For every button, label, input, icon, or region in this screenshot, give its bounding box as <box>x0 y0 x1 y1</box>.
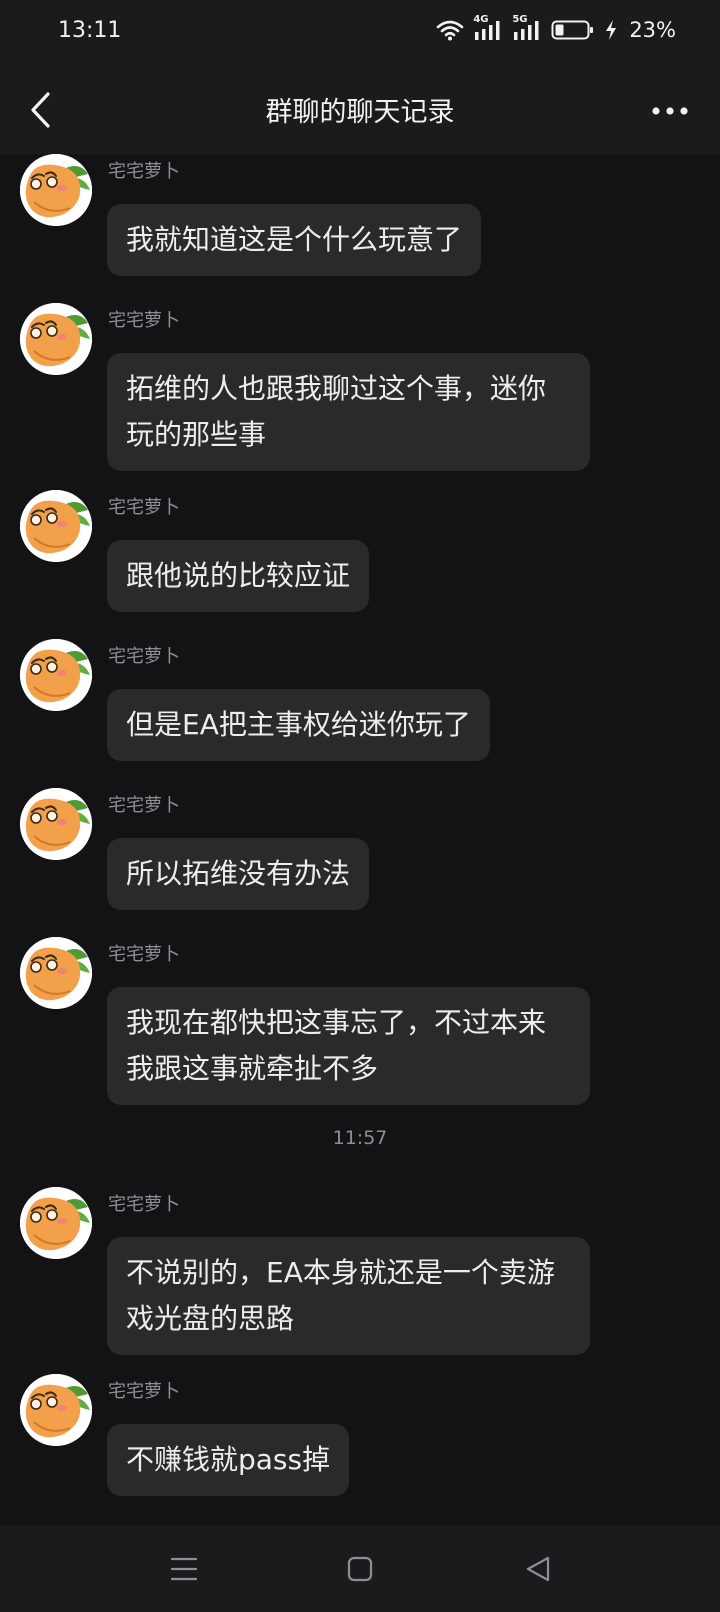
message-bubble[interactable]: 我就知道这是个什么玩意了 <box>107 204 482 276</box>
home-button[interactable] <box>342 1551 378 1587</box>
sender-name: 宅宅萝卜 <box>108 310 180 331</box>
sender-name: 宅宅萝卜 <box>108 1194 180 1215</box>
wifi-icon <box>436 19 464 41</box>
battery-percent: 23% <box>629 18 676 42</box>
menu-icon <box>166 1557 202 1591</box>
sender-name: 宅宅萝卜 <box>108 646 180 667</box>
avatar[interactable] <box>20 490 92 562</box>
charging-icon <box>604 19 618 41</box>
avatar[interactable] <box>20 937 92 1009</box>
sender-name: 宅宅萝卜 <box>108 161 180 182</box>
sender-name: 宅宅萝卜 <box>108 1381 180 1402</box>
navigation-bar: 群聊的聊天记录 <box>0 66 720 154</box>
message-bubble[interactable]: 拓维的人也跟我聊过这个事，迷你玩的那些事 <box>107 353 590 471</box>
sender-name: 宅宅萝卜 <box>108 795 180 816</box>
back-nav-button[interactable] <box>520 1551 556 1587</box>
menu-button[interactable] <box>166 1551 202 1587</box>
status-bar: 13:11 4G 5G 23% <box>0 0 720 66</box>
time-divider: 11:57 <box>332 1127 388 1149</box>
chat-list[interactable]: 宅宅萝卜 我就知道这是个什么玩意了 宅宅萝卜 拓维的人也跟我聊过这个事，迷你玩的… <box>0 154 720 1525</box>
signal-5g-icon: 5G <box>512 14 542 42</box>
avatar[interactable] <box>20 788 92 860</box>
more-horizontal-icon <box>648 107 692 132</box>
status-time: 13:11 <box>58 18 122 43</box>
sender-name: 宅宅萝卜 <box>108 944 180 965</box>
avatar[interactable] <box>20 154 92 226</box>
message-bubble[interactable]: 跟他说的比较应证 <box>107 540 370 612</box>
avatar[interactable] <box>20 1374 92 1446</box>
home-square-icon <box>342 1556 378 1591</box>
message-bubble[interactable]: 但是EA把主事权给迷你玩了 <box>107 689 490 761</box>
back-triangle-icon <box>520 1556 556 1591</box>
signal-4g-icon: 4G <box>473 14 503 42</box>
message-bubble[interactable]: 不说别的，EA本身就还是一个卖游戏光盘的思路 <box>107 1237 590 1355</box>
battery-icon <box>551 19 595 41</box>
more-options-button[interactable] <box>648 94 692 128</box>
system-navigation-bar <box>0 1525 720 1612</box>
message-bubble[interactable]: 不赚钱就pass掉 <box>107 1424 350 1496</box>
avatar[interactable] <box>20 303 92 375</box>
status-icons: 4G 5G 23% <box>436 14 676 42</box>
sender-name: 宅宅萝卜 <box>108 497 180 518</box>
page-title: 群聊的聊天记录 <box>265 97 455 128</box>
message-bubble[interactable]: 我现在都快把这事忘了，不过本来我跟这事就牵扯不多 <box>107 987 590 1105</box>
avatar[interactable] <box>20 1187 92 1259</box>
avatar[interactable] <box>20 639 92 711</box>
message-bubble[interactable]: 所以拓维没有办法 <box>107 838 370 910</box>
